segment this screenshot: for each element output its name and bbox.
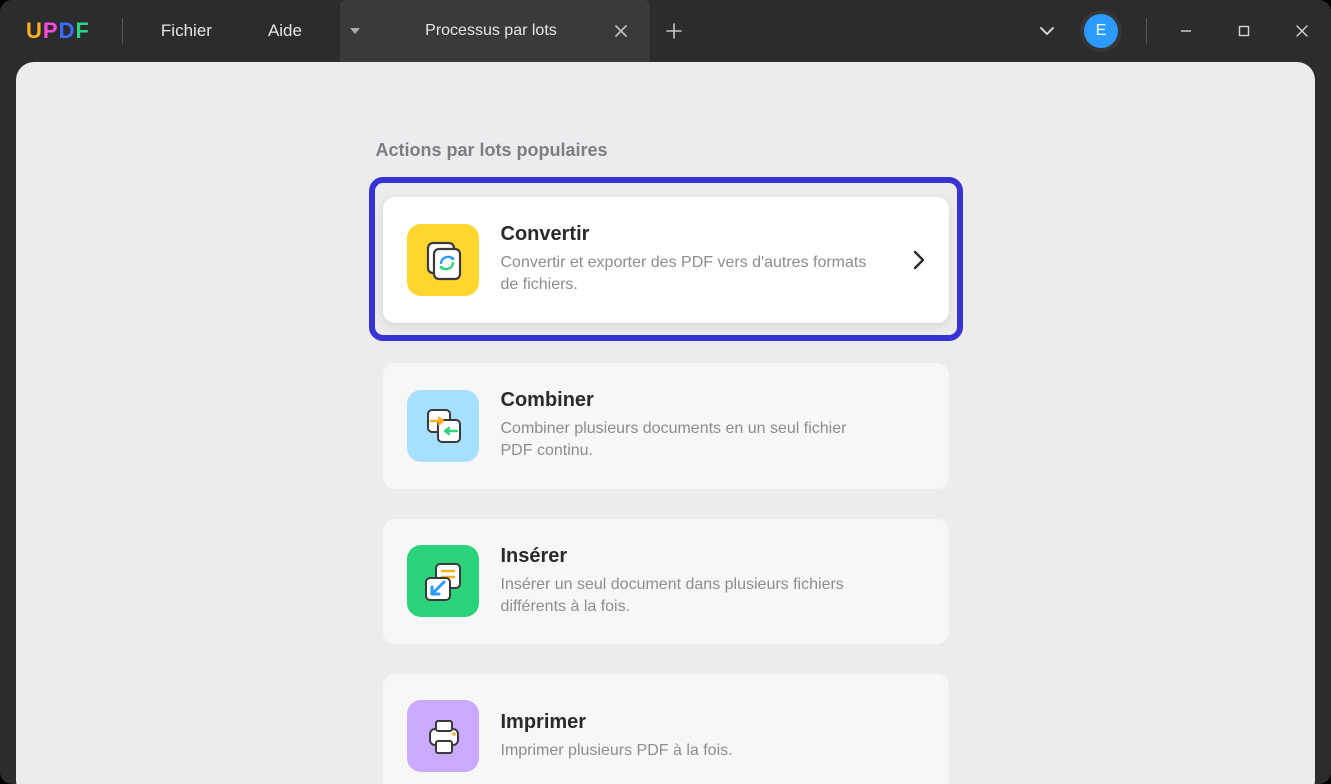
maximize-button[interactable] [1215, 0, 1273, 62]
insert-icon [407, 545, 479, 617]
window-menu-dropdown[interactable] [1024, 8, 1070, 54]
close-icon [1295, 24, 1309, 38]
card-body: Insérer Insérer un seul document dans pl… [501, 545, 925, 619]
title-bar-right: E [1024, 0, 1331, 62]
window-controls [1157, 0, 1331, 62]
app-window: UPDF Fichier Aide Processus par lots E [0, 0, 1331, 784]
card-title: Convertir [501, 223, 903, 246]
tab-list-dropdown[interactable] [340, 0, 370, 62]
combine-icon [407, 390, 479, 462]
app-logo: UPDF [0, 18, 112, 44]
caret-down-icon [350, 26, 360, 36]
maximize-icon [1237, 24, 1251, 38]
content-area: Actions par lots populaires [16, 62, 1315, 784]
close-window-button[interactable] [1273, 0, 1331, 62]
card-description: Insérer un seul document dans plusieurs … [501, 574, 881, 619]
menu-help[interactable]: Aide [240, 21, 330, 41]
convert-icon [407, 224, 479, 296]
divider [1146, 18, 1147, 44]
title-bar: UPDF Fichier Aide Processus par lots E [0, 0, 1331, 62]
minimize-icon [1179, 24, 1193, 38]
card-body: Imprimer Imprimer plusieurs PDF à la foi… [501, 711, 925, 762]
minimize-button[interactable] [1157, 0, 1215, 62]
card-title: Combiner [501, 389, 925, 412]
menu-file[interactable]: Fichier [133, 21, 240, 41]
card-description: Convertir et exporter des PDF vers d'aut… [501, 252, 881, 297]
card-body: Combiner Combiner plusieurs documents en… [501, 389, 925, 463]
tab-label: Processus par lots [398, 22, 584, 40]
card-body: Convertir Convertir et exporter des PDF … [501, 223, 903, 297]
plus-icon [666, 23, 682, 39]
highlighted-card-frame: Convertir Convertir et exporter des PDF … [369, 177, 963, 341]
print-icon [407, 700, 479, 772]
card-print[interactable]: Imprimer Imprimer plusieurs PDF à la foi… [383, 674, 949, 784]
section-title: Actions par lots populaires [376, 140, 956, 161]
user-avatar[interactable]: E [1084, 14, 1118, 48]
chevron-down-icon [1038, 22, 1056, 40]
card-combine[interactable]: Combiner Combiner plusieurs documents en… [383, 363, 949, 489]
tabs-area: Processus par lots [340, 0, 698, 62]
card-description: Imprimer plusieurs PDF à la fois. [501, 740, 881, 762]
card-description: Combiner plusieurs documents en un seul … [501, 418, 881, 463]
content-outer: Actions par lots populaires [0, 62, 1331, 784]
card-convert[interactable]: Convertir Convertir et exporter des PDF … [383, 197, 949, 323]
new-tab-button[interactable] [650, 0, 698, 62]
tab-batch-process[interactable]: Processus par lots [370, 0, 650, 62]
tab-close-button[interactable] [614, 24, 628, 38]
divider [122, 18, 123, 44]
card-title: Imprimer [501, 711, 925, 734]
close-icon [614, 24, 628, 38]
card-title: Insérer [501, 545, 925, 568]
chevron-right-icon [913, 250, 925, 270]
card-insert[interactable]: Insérer Insérer un seul document dans pl… [383, 519, 949, 645]
